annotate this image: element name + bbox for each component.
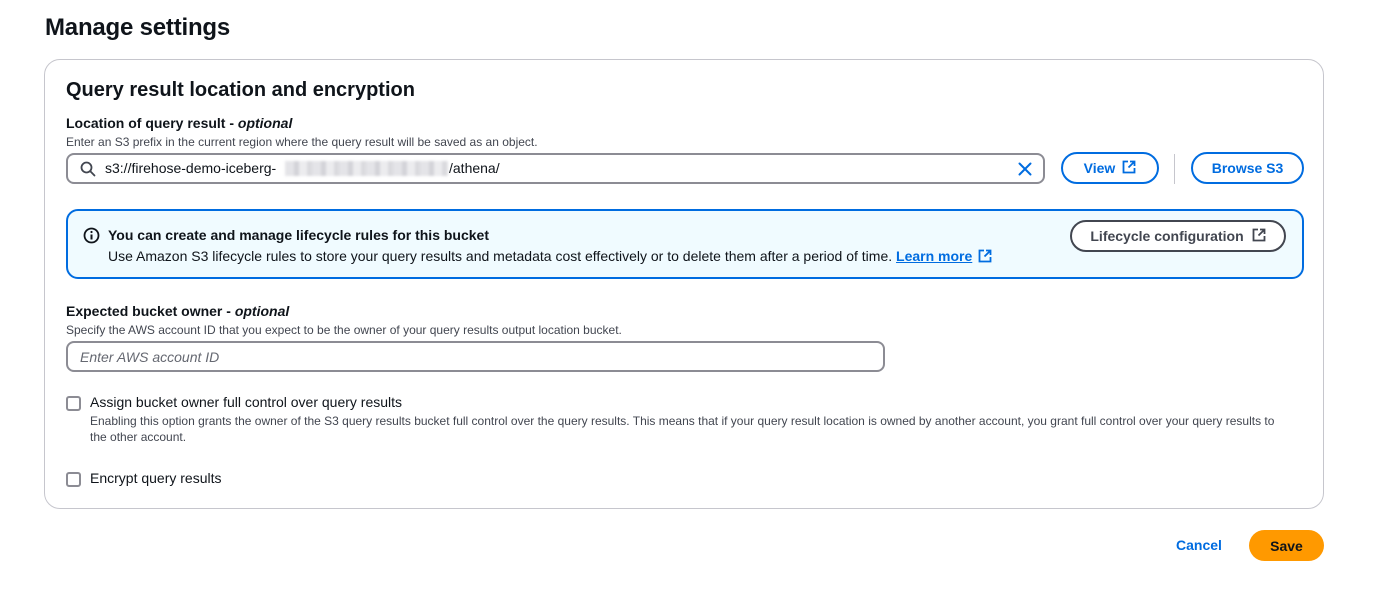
owner-optional: optional [234,303,290,319]
full-control-checkbox[interactable] [66,396,81,411]
external-link-icon [978,249,992,266]
lifecycle-configuration-button[interactable]: Lifecycle configuration [1070,220,1286,252]
alert-body-text: Use Amazon S3 lifecycle rules to store y… [108,248,897,264]
external-link-icon [1252,228,1266,245]
s3-location-value-prefix: s3://firehose-demo-iceberg- [105,160,277,176]
browse-s3-button[interactable]: Browse S3 [1191,152,1304,184]
cancel-button[interactable]: Cancel [1176,537,1222,553]
aws-account-id-input[interactable] [66,341,885,372]
search-icon [80,161,96,182]
s3-location-input[interactable]: s3://firehose-demo-iceberg- /athena/ [66,153,1045,184]
redacted-bucket-name [285,161,448,176]
divider [1174,154,1175,184]
alert-title: You can create and manage lifecycle rule… [108,227,489,243]
location-label-text: Location of query result - [66,115,238,131]
lifecycle-button-label: Lifecycle configuration [1090,228,1244,244]
learn-more-link[interactable]: Learn more [896,248,972,264]
encrypt-label[interactable]: Encrypt query results [90,470,222,486]
owner-description: Specify the AWS account ID that you expe… [66,323,622,337]
full-control-description: Enabling this option grants the owner of… [90,414,1275,444]
info-icon [83,227,100,249]
s3-location-value-suffix: /athena/ [449,160,500,176]
location-description: Enter an S3 prefix in the current region… [66,135,538,149]
owner-label: Expected bucket owner - optional [66,303,289,319]
lifecycle-info-alert: You can create and manage lifecycle rule… [66,209,1304,279]
view-button-label: View [1083,160,1116,176]
location-label: Location of query result - optional [66,115,292,131]
encrypt-checkbox[interactable] [66,472,81,487]
settings-panel: Query result location and encryption Loc… [44,59,1324,509]
save-button[interactable]: Save [1249,530,1324,561]
view-button[interactable]: View [1061,152,1159,184]
location-optional: optional [237,115,293,131]
full-control-label[interactable]: Assign bucket owner full control over qu… [90,394,402,410]
section-title: Query result location and encryption [66,79,415,101]
clear-icon[interactable] [1017,161,1033,182]
page-title: Manage settings [45,14,231,41]
external-link-icon [1122,160,1136,177]
learn-more-label: Learn more [896,248,973,264]
alert-body: Use Amazon S3 lifecycle rules to store y… [108,248,992,266]
owner-label-text: Expected bucket owner - [66,303,235,319]
